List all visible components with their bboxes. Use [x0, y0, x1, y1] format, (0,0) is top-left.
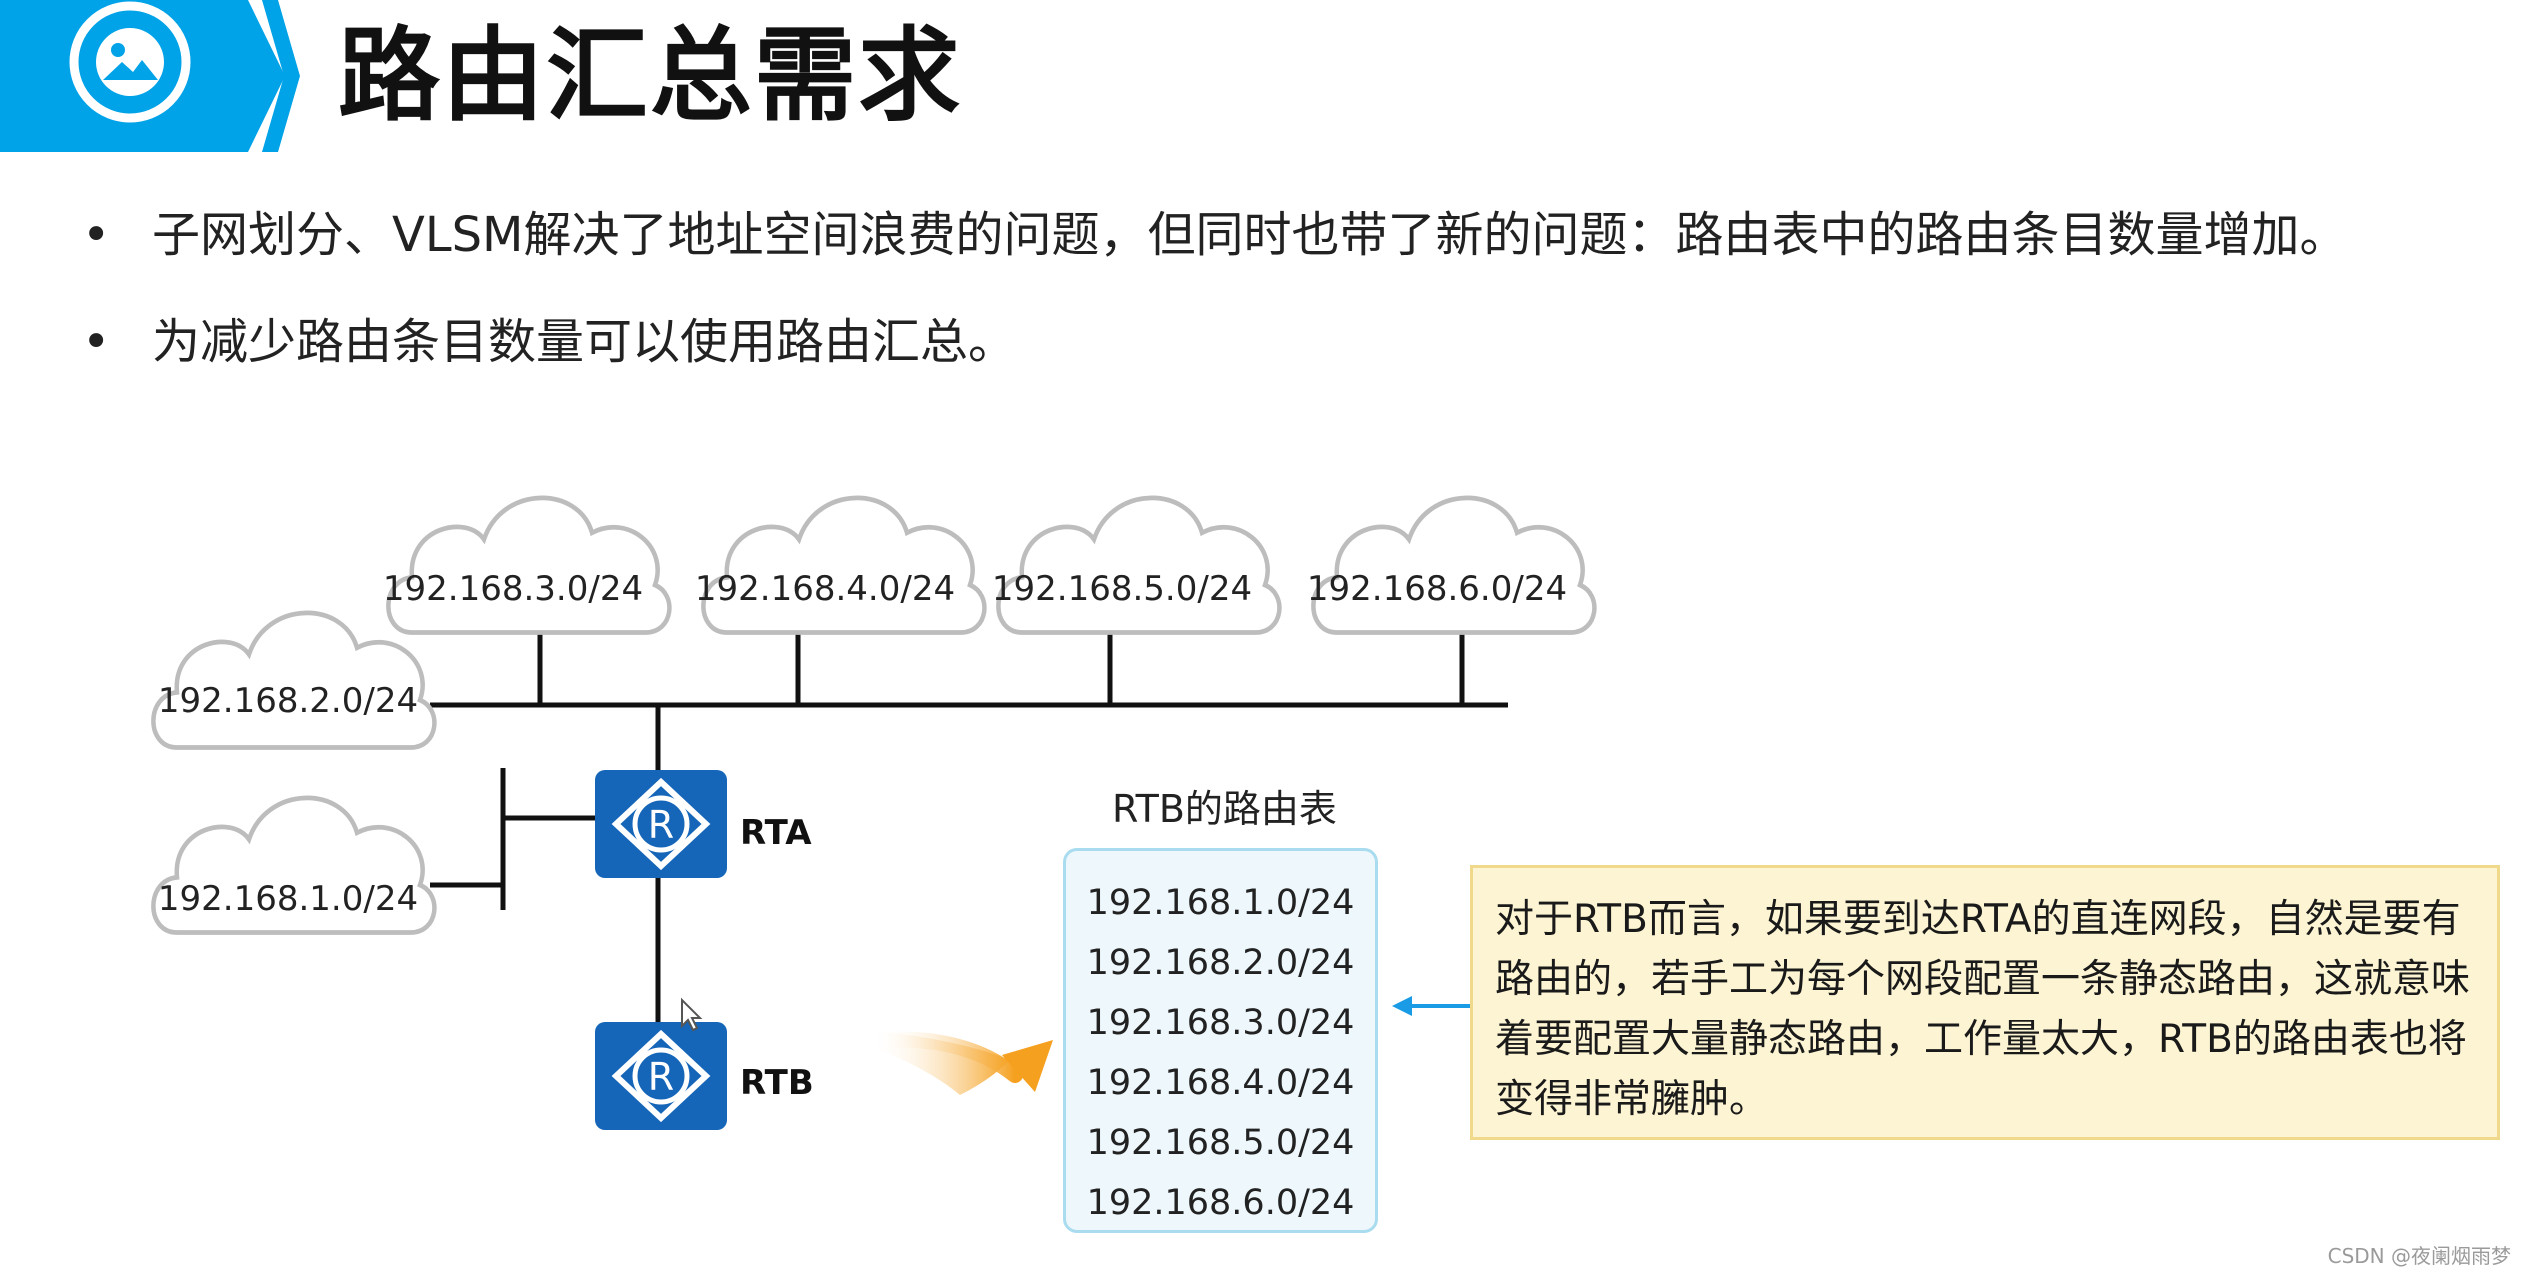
route-entry: 192.168.6.0/24: [1086, 1183, 1355, 1223]
net-label-1: 192.168.1.0/24: [158, 879, 418, 919]
route-entry: 192.168.1.0/24: [1086, 883, 1355, 923]
route-entry: 192.168.4.0/24: [1086, 1063, 1355, 1103]
net-label-3: 192.168.3.0/24: [383, 569, 643, 609]
route-entry: 192.168.5.0/24: [1086, 1123, 1355, 1163]
net-label-2: 192.168.2.0/24: [158, 681, 418, 721]
cloud-net-1: 192.168.1.0/24: [153, 798, 434, 933]
router-rta: R RTA: [595, 770, 812, 878]
cloud-net-4: 192.168.4.0/24: [695, 498, 985, 633]
route-table: 192.168.1.0/24 192.168.2.0/24 192.168.3.…: [1063, 848, 1378, 1233]
net-label-6: 192.168.6.0/24: [1307, 569, 1567, 609]
note-box: 对于RTB而言，如果要到达RTA的直连网段，自然是要有路由的，若手工为每个网段配…: [1470, 865, 2500, 1140]
net-label-5: 192.168.5.0/24: [992, 569, 1252, 609]
note-text: 对于RTB而言，如果要到达RTA的直连网段，自然是要有路由的，若手工为每个网段配…: [1495, 897, 2471, 1122]
route-entry: 192.168.2.0/24: [1086, 943, 1355, 983]
net-label-4: 192.168.4.0/24: [695, 569, 955, 609]
cloud-net-3: 192.168.3.0/24: [383, 498, 670, 633]
router-label-rta: RTA: [740, 813, 812, 853]
pointer-arrow-icon: [1392, 996, 1470, 1016]
route-entry: 192.168.3.0/24: [1086, 1003, 1355, 1043]
svg-text:R: R: [648, 803, 674, 847]
cloud-net-6: 192.168.6.0/24: [1307, 498, 1595, 633]
route-table-title: RTB的路由表: [1112, 787, 1337, 831]
svg-text:R: R: [648, 1055, 674, 1099]
cloud-net-2: 192.168.2.0/24: [153, 613, 434, 748]
cloud-net-5: 192.168.5.0/24: [992, 498, 1280, 633]
router-label-rtb: RTB: [740, 1063, 814, 1103]
watermark: CSDN @夜阑烟雨梦: [2327, 1244, 2511, 1268]
curved-arrow-icon: [870, 1030, 1053, 1095]
router-rtb: R RTB: [595, 1022, 814, 1130]
